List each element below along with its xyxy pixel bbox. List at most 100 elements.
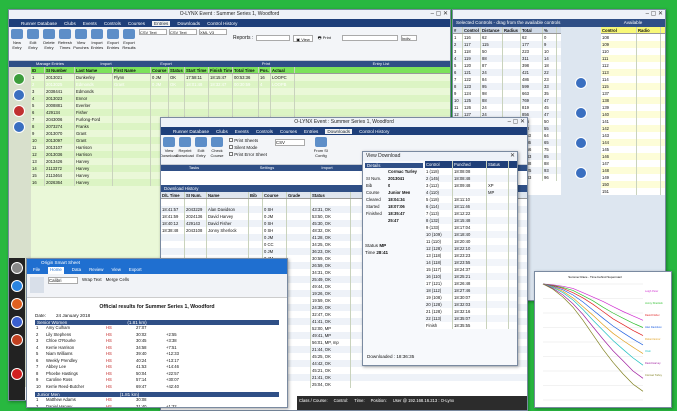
menu-item-runner-database[interactable]: Runner Database (173, 129, 209, 134)
punch-row[interactable]: 5 (118) 18:11:10 (425, 196, 517, 203)
control-row[interactable]: 10 125 88 769 47 (453, 97, 561, 104)
punch-row[interactable]: 20 (128) 18:32:03 (425, 301, 517, 308)
menu-item-courses[interactable]: Courses (280, 129, 297, 134)
menu-item-downloads[interactable]: Downloads (325, 128, 353, 134)
export-entries-button[interactable]: Export Entries (105, 27, 121, 60)
export-format-select[interactable]: CSV Text (169, 29, 197, 35)
available-control-row[interactable]: 142 (601, 125, 665, 132)
edit-icon[interactable] (13, 89, 25, 101)
entry-row[interactable]: 2 2013025 Edmonds Grant 0 JM OK 18:01:48 18:32:… (31, 81, 450, 88)
move-up-icon[interactable] (575, 77, 587, 89)
entry-row[interactable]: 5 2008881 Everiter (31, 102, 450, 109)
available-control-row[interactable]: 143 (601, 132, 665, 139)
move-right-icon[interactable] (575, 137, 587, 149)
add-icon[interactable] (13, 73, 25, 85)
window-controls[interactable]: – ▢ ✕ (431, 10, 448, 19)
punch-row[interactable]: Finish 18:35:55 (425, 322, 517, 329)
filter-select[interactable] (341, 35, 398, 41)
menu-item-controls[interactable]: Controls (256, 129, 273, 134)
available-control-row[interactable]: 144 (601, 139, 665, 146)
option-print-sheets[interactable]: Print Sheets (229, 137, 267, 144)
reprint-download-button[interactable]: Reprint Download (176, 135, 194, 164)
menu-item-events[interactable]: Events (83, 21, 97, 26)
punch-row[interactable]: 13 (118) 18:23:23 (425, 252, 517, 259)
available-control-row[interactable]: 115 (601, 83, 665, 90)
popup-close-icon[interactable]: ✕ (510, 152, 515, 161)
menu-item-clubs[interactable]: Clubs (64, 21, 76, 26)
import-format-select[interactable]: CSV Text (139, 29, 167, 35)
available-control-row[interactable]: 150 (601, 181, 665, 188)
available-control-row[interactable]: 112 (601, 62, 665, 69)
entry-row[interactable]: 4 2013023 Ennor (31, 95, 450, 102)
punch-row[interactable]: 11 (110) 18:20:40 (425, 238, 517, 245)
punch-row[interactable]: 22 (113) 18:35:07 (425, 315, 517, 322)
punch-row[interactable]: 10 (109) 18:18:40 (425, 231, 517, 238)
controls-window-controls[interactable]: – ▢ ✕ (646, 10, 663, 19)
dock-app-icon[interactable] (11, 280, 23, 292)
menu-item-entries[interactable]: Entries (304, 129, 318, 134)
available-control-row[interactable]: 114 (601, 76, 665, 83)
check-course-button[interactable]: Check Course (209, 135, 225, 164)
available-control-row[interactable]: 111 (601, 55, 665, 62)
downloads-window-controls[interactable]: – ▢ ✕ (508, 118, 525, 127)
sheet-tab-export[interactable]: Export (129, 267, 142, 274)
menu-item-downloads[interactable]: Downloads (177, 21, 200, 26)
punch-row[interactable]: 19 (108) 18:30:07 (425, 294, 517, 301)
punch-row[interactable]: 18 (112) 18:27:46 (425, 287, 517, 294)
punch-row[interactable]: 8 (132) 18:15:48 (425, 217, 517, 224)
control-row[interactable]: 8 123 95 599 33 (453, 83, 561, 90)
sheet-tab-file[interactable]: File (33, 267, 40, 274)
available-control-row[interactable]: 138 (601, 97, 665, 104)
entry-row[interactable]: 6 429134 Fisher (31, 109, 450, 116)
punch-row[interactable]: 4 (110) MP (425, 189, 517, 196)
refresh-times-button[interactable]: Refresh Times (57, 27, 73, 60)
control-row[interactable]: 4 119 88 311 14 (453, 55, 561, 62)
refresh-icon[interactable] (13, 121, 25, 133)
merge-cells-button[interactable]: Merge Cells (106, 277, 129, 294)
available-control-row[interactable]: 141 (601, 118, 665, 125)
menu-item-courses[interactable]: Courses (128, 21, 145, 26)
sheet-tab-home[interactable]: Home (48, 267, 64, 274)
punch-row[interactable]: 3 (112) 18:09:48 XP (425, 182, 517, 189)
edit-entry-button[interactable]: Edit Entry (25, 27, 41, 60)
available-control-row[interactable]: 148 (601, 167, 665, 174)
individual-select[interactable]: Indiv. (400, 35, 417, 41)
punch-row[interactable]: 1 (118) 18:08:08 (425, 168, 517, 175)
view-download-button[interactable]: View Download (161, 135, 178, 164)
control-row[interactable]: 5 120 87 398 18 (453, 62, 561, 69)
available-control-row[interactable]: 139 (601, 104, 665, 111)
punch-row[interactable]: 21 (128) 18:32:16 (425, 308, 517, 315)
punch-row[interactable]: 12 (128) 18:22:10 (425, 245, 517, 252)
print-button[interactable]: 🖶 Print (316, 35, 333, 42)
menu-item-events[interactable]: Events (235, 129, 249, 134)
import-entries-button[interactable]: Import Entries (89, 27, 105, 60)
option-print-error-sheet[interactable]: Print Error Sheet (229, 151, 267, 158)
control-row[interactable]: 1 116 62 62 0 (453, 34, 561, 41)
dock-mail-icon[interactable] (11, 334, 23, 346)
move-down-icon[interactable] (575, 167, 587, 179)
font-select[interactable]: Calibri (48, 277, 78, 284)
available-control-row[interactable]: 113 (601, 69, 665, 76)
menu-item-entries[interactable]: Entries (152, 20, 171, 26)
punch-row[interactable]: 2 (145) 18:08:48 (425, 175, 517, 182)
results-format-select[interactable]: XML V3 (199, 29, 227, 35)
from-si-config-button[interactable]: From SI Config (309, 135, 333, 164)
view-punches-button[interactable]: View Punches (73, 27, 89, 60)
dock-settings-icon[interactable] (11, 316, 23, 328)
wrap-text-button[interactable]: Wrap Text (82, 277, 102, 294)
control-row[interactable]: 6 121 24 421 22 (453, 69, 561, 76)
available-control-row[interactable]: 108 (601, 34, 665, 41)
available-control-row[interactable]: 146 (601, 153, 665, 160)
available-control-row[interactable]: 149 (601, 174, 665, 181)
control-row[interactable]: 9 124 98 663 35 (453, 90, 561, 97)
edit-entry-button[interactable]: Edit Entry (193, 135, 209, 164)
paste-button[interactable] (30, 277, 44, 293)
dock-browser-icon[interactable] (11, 298, 23, 310)
menu-item-control-history[interactable]: Control History (359, 129, 389, 134)
download-format-select[interactable]: CSV (274, 139, 305, 146)
available-control-row[interactable]: 147 (601, 160, 665, 167)
punch-row[interactable]: 17 (121) 18:26:48 (425, 280, 517, 287)
available-control-row[interactable]: 110 (601, 48, 665, 55)
punch-row[interactable]: 15 (117) 18:24:37 (425, 266, 517, 273)
sheet-tab-view[interactable]: View (111, 267, 120, 274)
